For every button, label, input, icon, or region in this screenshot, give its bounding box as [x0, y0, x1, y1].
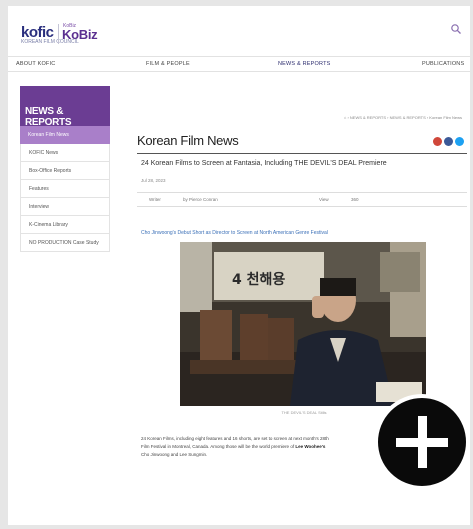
nav-film-people[interactable]: FILM & PEOPLE	[146, 61, 190, 67]
related-article-link[interactable]: Cho Jinwoong's Debut Short as Director t…	[141, 230, 328, 236]
nav-publications[interactable]: PUBLICATIONS	[422, 61, 464, 67]
sidebar-item-case-study[interactable]: NO PRODUCTION Case Study	[20, 234, 110, 252]
article-photo: 4 천해용	[180, 242, 426, 406]
sidebar-item-k-cinema-library[interactable]: K-Cinema Library	[20, 216, 110, 234]
share-facebook-icon[interactable]	[444, 137, 453, 146]
body-text: Film Festival in Montreal, Canada. Among…	[141, 444, 295, 449]
sidebar-item-box-office-reports[interactable]: Box-Office Reports	[20, 162, 110, 180]
writer-value: by Pierce Conran	[183, 197, 218, 202]
share-google-icon[interactable]	[433, 137, 442, 146]
article-body-line-1: 24 Korean Films, including eight feature…	[141, 436, 329, 441]
main-nav: ABOUT KOFIC FILM & PEOPLE NEWS & REPORTS…	[8, 56, 470, 72]
page-title: Korean Film News	[137, 133, 239, 148]
article-meta: Writer by Pierce Conran View 360	[137, 192, 467, 207]
sidebar: NEWS & REPORTS Korean Film News KOFIC Ne…	[20, 86, 110, 252]
expand-plus-button[interactable]	[374, 394, 470, 490]
article-body-line-2: Film Festival in Montreal, Canada. Among…	[141, 444, 325, 449]
article-date: Jul 28, 2023	[141, 178, 166, 183]
photo-sign-text: 4 천해용	[232, 272, 285, 288]
sidebar-item-korean-film-news[interactable]: Korean Film News	[20, 126, 110, 144]
title-divider	[137, 153, 467, 154]
logo-divider	[58, 24, 59, 44]
body-bold-name: Lee Woohee's	[295, 444, 326, 449]
nav-news-reports[interactable]: NEWS & REPORTS	[278, 61, 331, 67]
sidebar-item-interview[interactable]: Interview	[20, 198, 110, 216]
plus-icon	[396, 416, 448, 468]
sidebar-item-kofic-news[interactable]: KOFIC News	[20, 144, 110, 162]
film-still-image: 4 천해용	[180, 242, 426, 406]
kobiz-logo[interactable]: KoBiz	[62, 27, 98, 42]
share-twitter-icon[interactable]	[455, 137, 464, 146]
views-label: View	[319, 197, 329, 202]
sidebar-item-features[interactable]: Features	[20, 180, 110, 198]
writer-label: Writer	[149, 197, 161, 202]
views-value: 360	[351, 197, 359, 202]
article-title: 24 Korean Films to Screen at Fantasia, I…	[141, 160, 387, 167]
article-body-line-3: Cho Jinwoong and Lee Sungmin.	[141, 452, 208, 457]
webpage: kofic KOREAN FILM COUNCIL KoBiz KoBiz AB…	[8, 6, 470, 525]
nav-about-kofic[interactable]: ABOUT KOFIC	[16, 61, 55, 67]
search-icon[interactable]	[450, 23, 462, 35]
breadcrumb[interactable]: ⌂ › NEWS & REPORTS › NEWS & REPORTS › Ko…	[344, 115, 462, 120]
sidebar-title: NEWS & REPORTS	[20, 86, 110, 128]
